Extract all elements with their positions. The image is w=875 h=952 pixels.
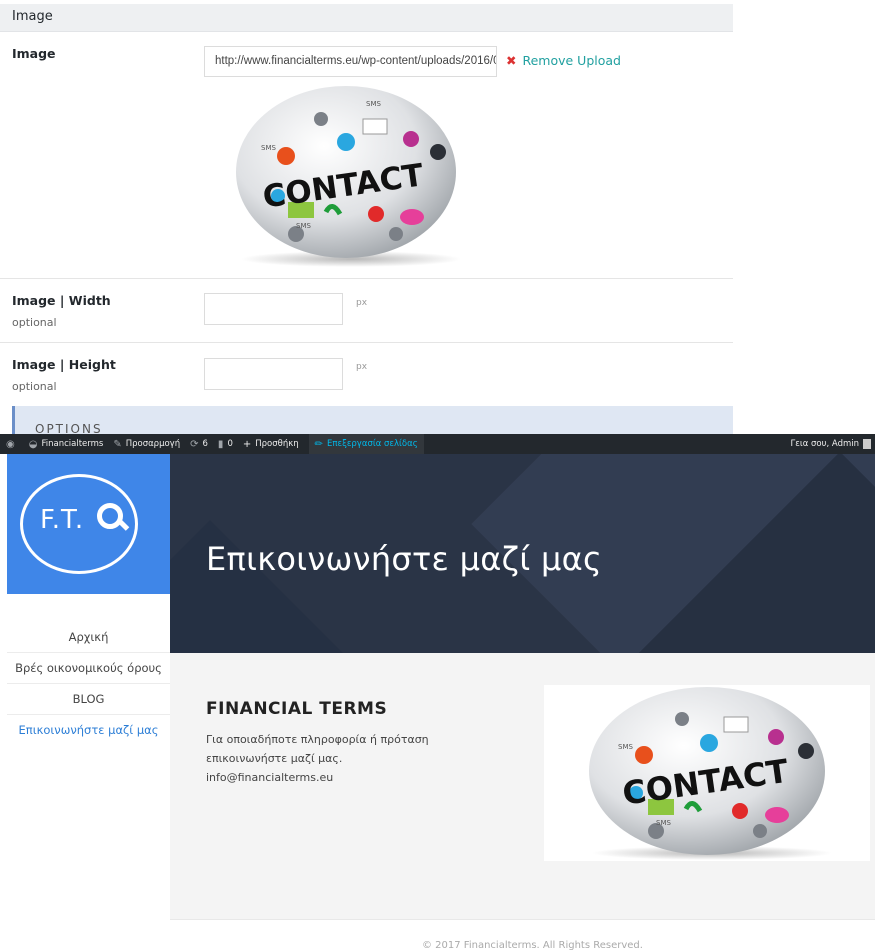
copyright-text: © 2017 Financialterms. All Rights Reserv… xyxy=(422,940,643,951)
contact-image-preview: SMS SMS SMS CONTACT xyxy=(236,86,461,267)
admin-bar-edit-page[interactable]: ✏ Επεξεργασία σελίδας xyxy=(308,434,424,454)
svg-text:SMS: SMS xyxy=(366,100,381,108)
nav-item-contact[interactable]: Επικοινωνήστε μαζί μας xyxy=(7,715,170,746)
site-navigation: Αρχική Βρές οικονομικούς όρους BLOG Επικ… xyxy=(7,622,170,746)
magnifier-icon xyxy=(97,503,123,529)
wordpress-logo-icon[interactable]: ◉ xyxy=(6,439,19,450)
svg-text:SMS: SMS xyxy=(618,743,633,751)
admin-bar-new[interactable]: + Προσθήκη xyxy=(243,439,299,450)
image-section-header: Image xyxy=(0,4,733,32)
divider xyxy=(0,342,733,343)
image-height-input[interactable] xyxy=(204,358,343,390)
logo-circle: F.T. xyxy=(20,474,138,574)
content-body: Για οποιαδήποτε πληροφορία ή πρόταση επι… xyxy=(206,730,486,787)
admin-bar-customize[interactable]: ✎ Προσαρμογή xyxy=(113,439,180,450)
admin-bar-site-link[interactable]: ◒ Financialterms xyxy=(29,439,104,450)
nav-item-blog[interactable]: BLOG xyxy=(7,684,170,715)
image-url-input[interactable]: http://www.financialterms.eu/wp-content/… xyxy=(204,46,497,77)
nav-item-find-terms[interactable]: Βρές οικονομικούς όρους xyxy=(7,653,170,684)
site-logo[interactable]: F.T. xyxy=(7,454,170,594)
image-width-input[interactable] xyxy=(204,293,343,325)
plus-icon: + xyxy=(242,438,252,450)
comment-icon: ▮ xyxy=(217,438,224,450)
admin-bar-updates[interactable]: ⟳ 6 xyxy=(190,439,208,450)
hero-banner: Επικοινωνήστε μαζί μας xyxy=(170,454,875,653)
height-unit: px xyxy=(356,362,368,372)
site-footer: © 2017 Financialterms. All Rights Reserv… xyxy=(170,919,875,952)
svg-text:SMS: SMS xyxy=(296,222,311,230)
image-width-label: Image | Width xyxy=(12,293,111,308)
image-height-optional: optional xyxy=(12,380,57,393)
svg-text:SMS: SMS xyxy=(261,144,276,152)
image-field-label: Image xyxy=(12,46,56,61)
dashboard-icon: ◒ xyxy=(28,438,38,450)
content-heading: FINANCIAL TERMS xyxy=(206,699,388,719)
remove-upload-label: Remove Upload xyxy=(522,53,621,68)
close-icon: ✖ xyxy=(506,53,517,68)
svg-text:SMS: SMS xyxy=(656,819,671,827)
logo-text: F.T. xyxy=(40,505,85,535)
content-paragraph: Για οποιαδήποτε πληροφορία ή πρόταση επι… xyxy=(206,733,429,765)
image-width-optional: optional xyxy=(12,316,57,329)
pencil-icon: ✏ xyxy=(314,438,323,450)
nav-item-home[interactable]: Αρχική xyxy=(7,622,170,653)
main-content: FINANCIAL TERMS Για οποιαδήποτε πληροφορ… xyxy=(170,653,875,919)
refresh-icon: ⟳ xyxy=(190,438,199,450)
divider xyxy=(0,278,733,279)
admin-bar-account[interactable]: Γεια σου, Admin xyxy=(790,434,871,454)
contact-email: info@financialterms.eu xyxy=(206,771,334,784)
contact-image: SMS SMS CONTACT xyxy=(589,687,832,860)
remove-upload-button[interactable]: ✖ Remove Upload xyxy=(506,53,621,68)
avatar xyxy=(863,439,871,449)
admin-bar: ◉ ◒ Financialterms ✎ Προσαρμογή ⟳ 6 ▮ 0 + Προ… xyxy=(0,434,875,454)
options-section-header[interactable]: OPTIONS xyxy=(12,406,733,436)
admin-bar-comments[interactable]: ▮ 0 xyxy=(218,439,233,450)
width-unit: px xyxy=(356,298,368,308)
page-title: Επικοινωνήστε μαζί μας xyxy=(206,540,603,578)
brush-icon: ✎ xyxy=(113,438,122,450)
content-image: SMS SMS CONTACT xyxy=(544,685,870,861)
image-height-label: Image | Height xyxy=(12,357,116,372)
